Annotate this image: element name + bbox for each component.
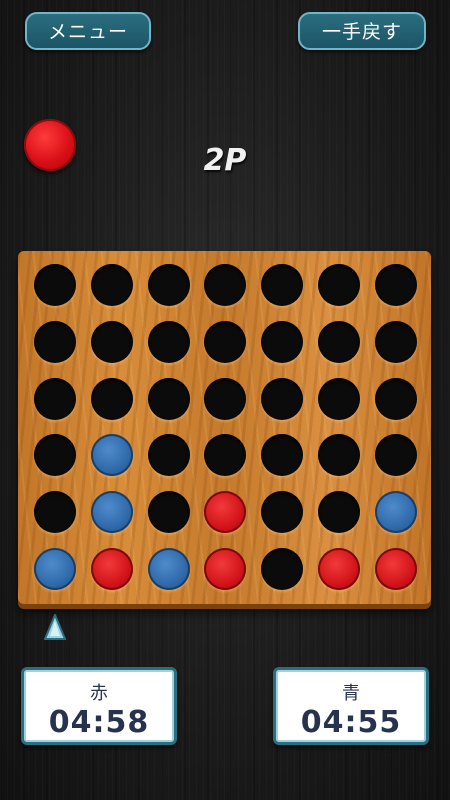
board-hole[interactable] [147, 264, 190, 306]
board-hole[interactable] [90, 320, 133, 363]
blue-player-timer: 青 04:55 [273, 667, 429, 745]
red-timer-value: 04:58 [48, 705, 150, 740]
board-hole[interactable] [261, 434, 304, 477]
blue-timer-label: 青 [342, 683, 360, 704]
red-timer-label: 赤 [90, 683, 108, 704]
board-hole[interactable] [374, 434, 417, 477]
board-hole[interactable] [318, 377, 360, 420]
board-hole[interactable] [318, 320, 360, 363]
board-hole[interactable] [204, 434, 247, 477]
board-hole[interactable] [204, 264, 247, 306]
board-hole[interactable] [261, 377, 304, 420]
board-hole[interactable] [147, 377, 190, 420]
board-hole[interactable] [34, 434, 76, 477]
current-turn-disc-icon [24, 119, 76, 171]
red-disc[interactable] [318, 548, 360, 590]
up-triangle-icon [44, 614, 66, 640]
undo-button[interactable]: 一手戻す [298, 12, 426, 50]
board-hole[interactable] [34, 320, 76, 363]
blue-disc[interactable] [90, 491, 133, 534]
blue-disc[interactable] [34, 548, 76, 590]
board-hole[interactable] [374, 264, 417, 306]
board-hole[interactable] [318, 434, 360, 477]
game-board[interactable] [18, 251, 431, 604]
board-hole[interactable] [147, 491, 190, 534]
red-player-timer: 赤 04:58 [21, 667, 177, 745]
board-hole[interactable] [318, 264, 360, 306]
blue-disc[interactable] [147, 548, 190, 590]
menu-button[interactable]: メニュー [25, 12, 151, 50]
board-hole[interactable] [147, 434, 190, 477]
board-hole[interactable] [261, 491, 304, 534]
red-disc[interactable] [90, 548, 133, 590]
board-hole[interactable] [261, 548, 304, 590]
board-hole[interactable] [34, 377, 76, 420]
board-hole[interactable] [374, 320, 417, 363]
blue-disc[interactable] [374, 491, 417, 534]
board-hole[interactable] [204, 320, 247, 363]
game-mode-label: 2P [203, 143, 247, 178]
board-hole[interactable] [318, 491, 360, 534]
red-disc[interactable] [374, 548, 417, 590]
board-hole[interactable] [261, 320, 304, 363]
blue-disc[interactable] [90, 434, 133, 477]
board-hole[interactable] [90, 264, 133, 306]
blue-timer-value: 04:55 [300, 705, 402, 740]
red-disc[interactable] [204, 491, 247, 534]
red-disc[interactable] [204, 548, 247, 590]
board-hole[interactable] [261, 264, 304, 306]
board-hole[interactable] [204, 377, 247, 420]
board-hole[interactable] [34, 491, 76, 534]
board-hole[interactable] [34, 264, 76, 306]
board-hole[interactable] [90, 377, 133, 420]
board-hole[interactable] [374, 377, 417, 420]
board-hole[interactable] [147, 320, 190, 363]
